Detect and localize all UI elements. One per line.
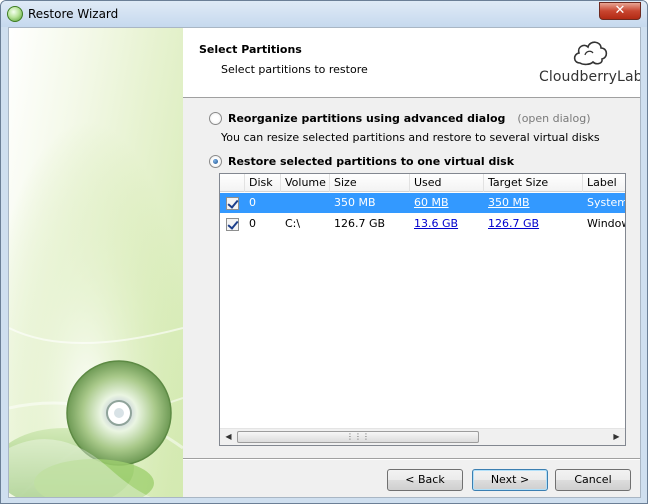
window-title: Restore Wizard — [28, 7, 119, 21]
advanced-description: You can resize selected partitions and r… — [221, 131, 600, 144]
table-row[interactable]: 0 C:\ 126.7 GB 13.6 GB 126.7 GB Window — [220, 214, 625, 234]
chevron-right-icon[interactable]: ▶ — [608, 429, 625, 445]
column-check[interactable] — [220, 174, 245, 192]
cell-used: 60 MB — [410, 193, 484, 213]
row-checkbox[interactable] — [226, 196, 239, 210]
cell-volume — [281, 193, 330, 213]
column-target-size[interactable]: Target Size — [484, 174, 583, 192]
horizontal-scrollbar[interactable]: ◀ ⋮⋮⋮ ▶ — [220, 428, 625, 445]
target-size-link[interactable]: 350 MB — [488, 196, 530, 209]
cancel-button[interactable]: Cancel — [555, 469, 631, 491]
page-subtitle: Select partitions to restore — [221, 63, 368, 76]
cell-target-size: 350 MB — [484, 193, 583, 213]
advanced-radio[interactable] — [209, 112, 222, 125]
cell-disk: 0 — [249, 217, 256, 230]
list-header: Disk Volume Size Used Target Size Label — [220, 174, 625, 192]
next-button[interactable]: Next > — [472, 469, 548, 491]
table-row[interactable]: 0 350 MB 60 MB 350 MB System — [220, 193, 625, 213]
open-dialog-link[interactable]: (open dialog) — [517, 112, 590, 125]
back-button[interactable]: < Back — [387, 469, 463, 491]
cell-disk: 0 — [249, 196, 256, 209]
partitions-list[interactable]: Disk Volume Size Used Target Size Label … — [219, 173, 626, 446]
column-label[interactable]: Label — [583, 174, 625, 192]
used-link[interactable]: 60 MB — [414, 196, 449, 209]
cell-volume: C:\ — [285, 217, 301, 230]
single-disk-radio[interactable] — [209, 155, 222, 168]
wizard-client-area: Select Partitions Select partitions to r… — [8, 27, 641, 498]
page-title: Select Partitions — [199, 43, 302, 56]
column-volume[interactable]: Volume — [281, 174, 330, 192]
chevron-left-icon[interactable]: ◀ — [220, 429, 237, 445]
option-advanced[interactable]: Reorganize partitions using advanced dia… — [209, 112, 591, 125]
wizard-main-panel: Select Partitions Select partitions to r… — [183, 28, 640, 497]
cell-size: 126.7 GB — [334, 217, 386, 230]
row-check-cell — [220, 193, 245, 213]
wizard-header: Select Partitions Select partitions to r… — [183, 28, 640, 98]
advanced-radio-label[interactable]: Reorganize partitions using advanced dia… — [228, 112, 505, 125]
logo-text: CloudberryLab — [539, 69, 641, 85]
option-single-disk[interactable]: Restore selected partitions to one virtu… — [209, 155, 514, 168]
close-button[interactable]: ✕ — [599, 2, 641, 20]
scrollbar-thumb[interactable]: ⋮⋮⋮ — [237, 431, 479, 443]
side-banner — [9, 28, 183, 497]
target-size-link[interactable]: 126.7 GB — [488, 217, 539, 230]
used-link[interactable]: 13.6 GB — [414, 217, 458, 230]
row-checkbox[interactable] — [226, 217, 239, 231]
column-used[interactable]: Used — [410, 174, 484, 192]
single-disk-radio-label[interactable]: Restore selected partitions to one virtu… — [228, 155, 514, 168]
app-icon — [7, 6, 23, 22]
title-bar[interactable]: Restore Wizard ✕ — [1, 1, 647, 27]
column-size[interactable]: Size — [330, 174, 410, 192]
restore-wizard-window: Restore Wizard ✕ Select Partitions Selec… — [0, 0, 648, 504]
cell-used: 13.6 GB — [410, 214, 484, 234]
button-divider — [183, 458, 640, 460]
cloud-logo-icon — [573, 41, 608, 66]
disc-artwork — [9, 28, 183, 497]
cell-size: 350 MB — [334, 196, 376, 209]
close-icon: ✕ — [614, 3, 626, 18]
cell-label: Window — [587, 217, 625, 230]
cell-label: System — [587, 196, 625, 209]
row-check-cell — [220, 214, 245, 234]
cell-target-size: 126.7 GB — [484, 214, 583, 234]
column-disk[interactable]: Disk — [245, 174, 281, 192]
